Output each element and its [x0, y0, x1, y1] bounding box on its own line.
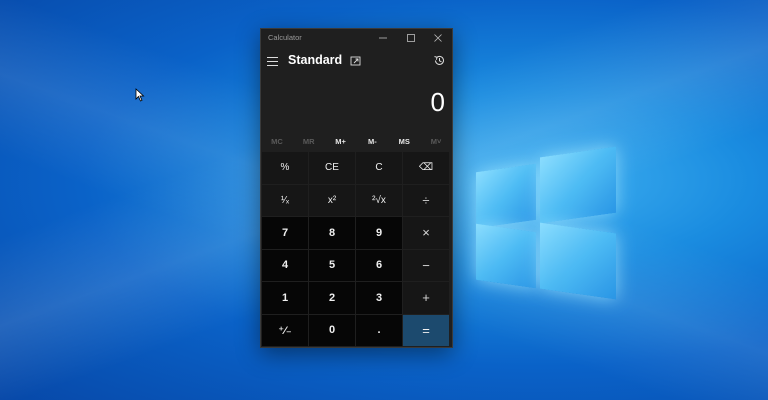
digit-5-button[interactable]: 5: [309, 249, 355, 281]
history-icon[interactable]: [433, 54, 446, 67]
memory-recall-button[interactable]: MR: [293, 131, 325, 153]
result-display: 0: [261, 75, 452, 131]
logo-pane: [540, 146, 616, 224]
menu-icon[interactable]: [267, 57, 278, 66]
maximize-icon: [407, 34, 415, 42]
digit-9-button[interactable]: 9: [356, 217, 402, 249]
keypad: % CE C ⌫ ¹⁄ₓ x² ²√x ÷ 7 8 9 × 4 5 6 − 1 …: [262, 152, 451, 346]
digit-2-button[interactable]: 2: [309, 282, 355, 314]
keep-on-top-icon[interactable]: [350, 55, 362, 67]
reciprocal-button[interactable]: ¹⁄ₓ: [262, 184, 308, 216]
calculator-window: Calculator Standard 0 MC MR M+ M- MS M˅ …: [260, 28, 453, 348]
display-value: 0: [430, 87, 445, 117]
clear-button[interactable]: C: [356, 152, 402, 184]
equals-button[interactable]: =: [403, 314, 449, 346]
calculator-header: Standard: [261, 49, 452, 75]
close-button[interactable]: [431, 32, 445, 46]
logo-pane: [540, 222, 616, 300]
subtract-button[interactable]: −: [403, 249, 449, 281]
memory-subtract-button[interactable]: M-: [356, 131, 388, 153]
logo-pane: [476, 223, 536, 289]
maximize-button[interactable]: [404, 32, 418, 46]
decimal-button[interactable]: .: [356, 314, 402, 346]
window-title: Calculator: [268, 33, 302, 42]
title-bar[interactable]: Calculator: [261, 29, 452, 49]
add-button[interactable]: +: [403, 282, 449, 314]
logo-pane: [476, 163, 536, 229]
digit-3-button[interactable]: 3: [356, 282, 402, 314]
clear-entry-button[interactable]: CE: [309, 152, 355, 184]
digit-1-button[interactable]: 1: [262, 282, 308, 314]
backspace-button[interactable]: ⌫: [403, 152, 449, 184]
digit-6-button[interactable]: 6: [356, 249, 402, 281]
minimize-button[interactable]: [376, 32, 390, 46]
memory-store-button[interactable]: MS: [388, 131, 420, 153]
digit-8-button[interactable]: 8: [309, 217, 355, 249]
memory-list-button[interactable]: M˅: [420, 131, 452, 153]
multiply-button[interactable]: ×: [403, 217, 449, 249]
mode-title: Standard: [288, 53, 343, 67]
close-icon: [434, 34, 442, 42]
digit-0-button[interactable]: 0: [309, 314, 355, 346]
windows-logo: [476, 146, 618, 300]
digit-4-button[interactable]: 4: [262, 249, 308, 281]
memory-clear-button[interactable]: MC: [261, 131, 293, 153]
digit-7-button[interactable]: 7: [262, 217, 308, 249]
square-button[interactable]: x²: [309, 184, 355, 216]
memory-row: MC MR M+ M- MS M˅: [261, 131, 452, 153]
memory-add-button[interactable]: M+: [325, 131, 357, 153]
minimize-icon: [379, 37, 387, 39]
percent-button[interactable]: %: [262, 152, 308, 184]
square-root-button[interactable]: ²√x: [356, 184, 402, 216]
mouse-cursor-icon: [135, 88, 145, 102]
negate-button[interactable]: ⁺⁄₋: [262, 314, 308, 346]
divide-button[interactable]: ÷: [403, 184, 449, 216]
